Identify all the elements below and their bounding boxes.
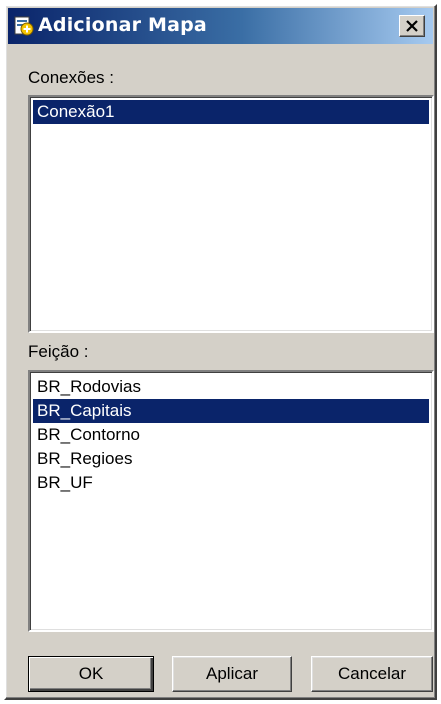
title-bar[interactable]: Adicionar Mapa [8,8,433,44]
feature-label: Feição : [28,342,89,361]
connections-label: Conexões : [28,68,114,87]
feature-list[interactable]: BR_Rodovias BR_Capitais BR_Contorno BR_Regi… [28,370,434,632]
close-button[interactable] [399,15,425,37]
apply-button[interactable]: Aplicar [172,656,292,692]
ok-button[interactable]: OK [28,656,154,692]
feature-list-item[interactable]: BR_Capitais [33,399,429,423]
window-title: Adicionar Mapa [38,14,207,36]
add-map-icon [14,16,34,36]
feature-list-item[interactable]: BR_Regioes [33,447,429,471]
feature-list-item[interactable]: BR_UF [33,471,429,495]
connection-list-item[interactable]: Conexão1 [33,100,429,124]
connections-list[interactable]: Conexão1 [28,95,434,333]
add-map-dialog: Adicionar Mapa Conexões : Conexão1 Feiçã… [4,4,437,700]
cancel-button[interactable]: Cancelar [311,656,433,692]
feature-list-item[interactable]: BR_Contorno [33,423,429,447]
feature-list-item[interactable]: BR_Rodovias [33,375,429,399]
close-icon [406,20,418,32]
